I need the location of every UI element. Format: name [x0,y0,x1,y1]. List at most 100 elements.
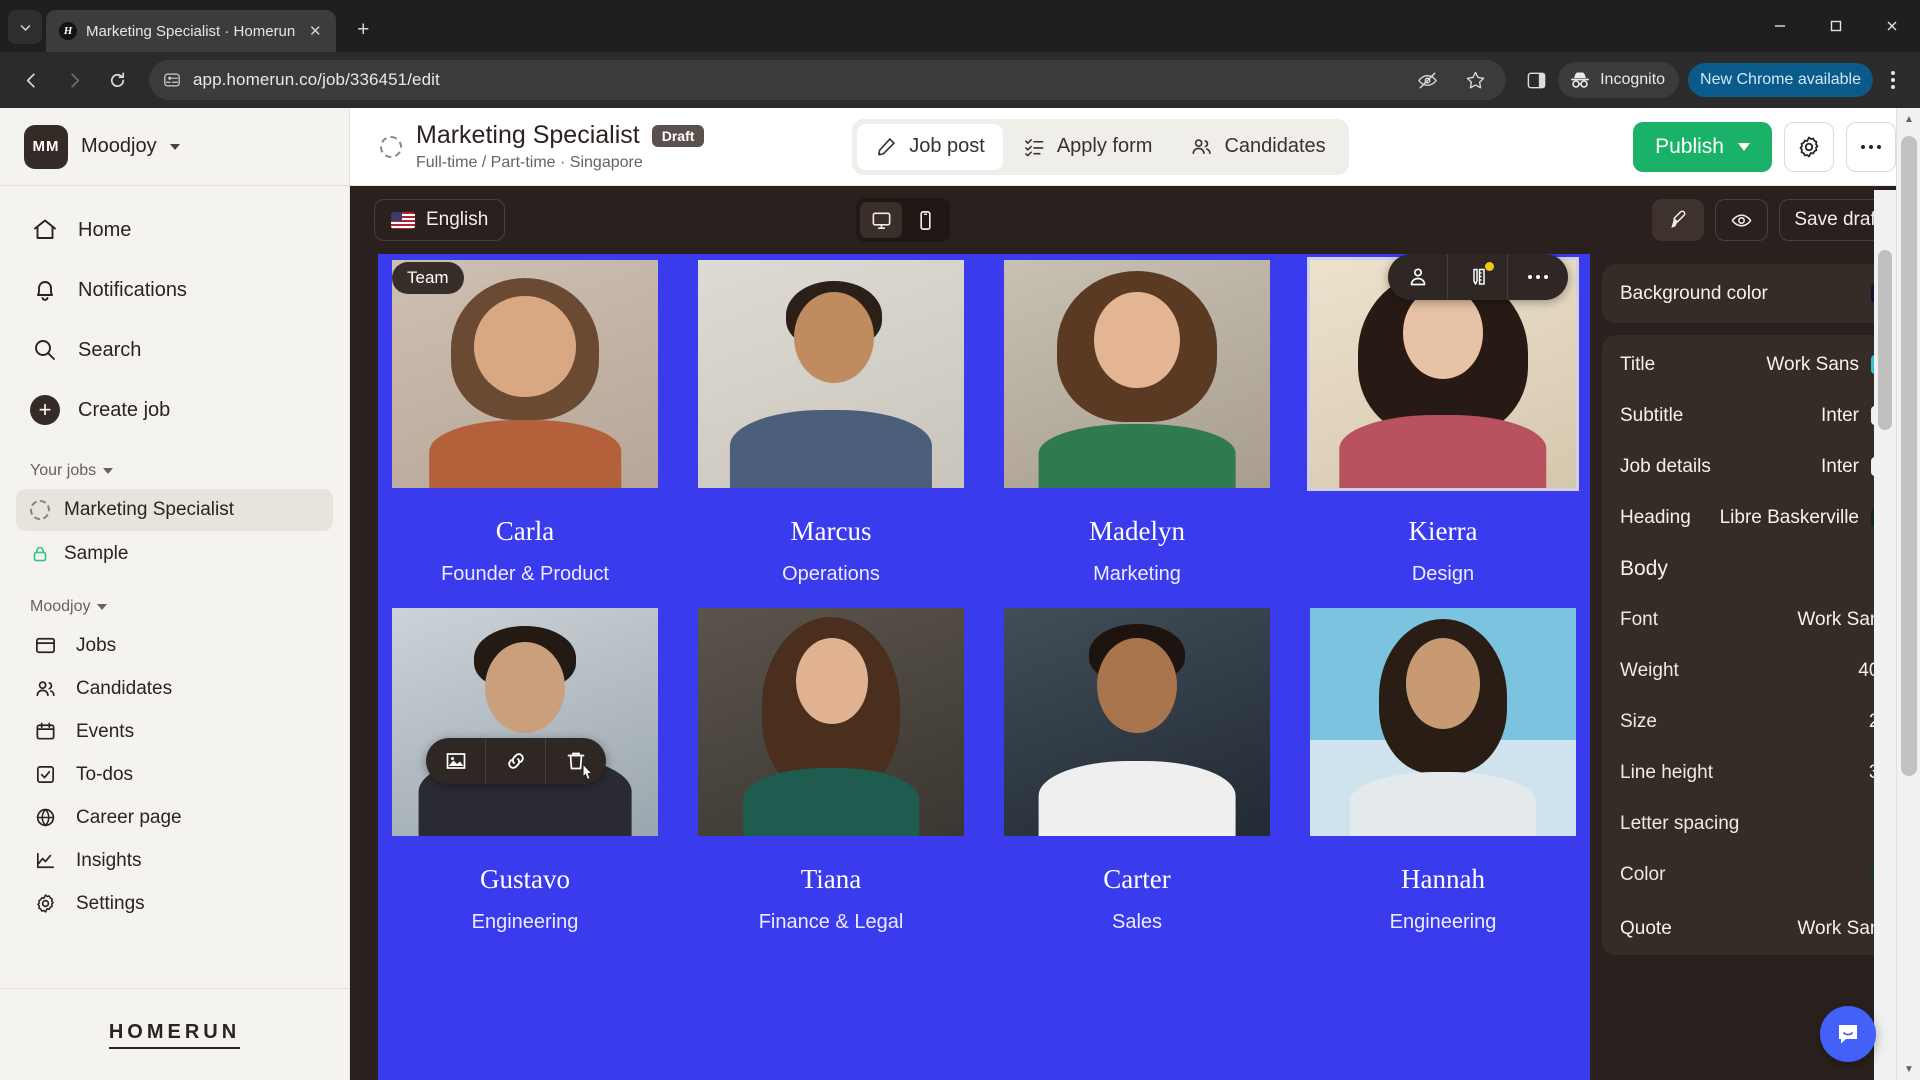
type-row-heading[interactable]: Heading Libre Baskerville [1602,492,1908,543]
incognito-indicator[interactable]: Incognito [1558,62,1680,98]
row-label: Line height [1620,761,1713,783]
type-row-subtitle[interactable]: Subtitle Inter [1602,390,1908,441]
back-icon[interactable] [12,61,50,99]
body-row-color[interactable]: Color [1602,849,1908,900]
desktop-icon[interactable] [860,202,903,238]
member-photo[interactable] [392,260,658,488]
trash-icon[interactable] [546,738,606,784]
body-row-font[interactable]: Font Work Sans [1602,594,1908,645]
scroll-down-icon[interactable]: ▼ [1897,1058,1920,1080]
sidebar-item-todos[interactable]: To-dos [16,753,333,796]
more-horizontal-icon[interactable] [1508,254,1568,300]
checklist-icon [1024,139,1044,157]
sidebar-item-candidates[interactable]: Candidates [16,667,333,710]
sidebar-item-create-job[interactable]: + Create job [16,380,333,440]
member-photo[interactable] [698,260,964,488]
address-bar[interactable]: app.homerun.co/job/336451/edit [149,60,1507,100]
sidebar-item-marketing-specialist[interactable]: Marketing Specialist [16,489,333,531]
block-toolbar [1388,254,1568,300]
row-label: Body [1620,556,1668,580]
sidebar-item-home[interactable]: Home [16,200,333,260]
tracking-protection-icon[interactable] [1410,63,1444,97]
team-member[interactable]: Carter Sales [1004,608,1270,934]
mobile-icon[interactable] [904,202,946,238]
device-preview-toggle [856,198,951,242]
bookmark-star-icon[interactable] [1458,63,1492,97]
inner-scrollbar-thumb[interactable] [1878,250,1892,430]
job-more-button[interactable] [1845,121,1896,172]
style-button[interactable] [1652,199,1705,241]
workspace-group[interactable]: Moodjoy [0,576,349,624]
type-row-title[interactable]: Title Work Sans [1602,339,1908,390]
style-edit-icon[interactable] [1448,254,1508,300]
sidebar-item-label: Home [78,218,132,241]
job-settings-button[interactable] [1783,121,1834,172]
team-member[interactable]: Madelyn Marketing [1004,260,1270,586]
scroll-up-icon[interactable]: ▲ [1897,108,1920,130]
org-name: Moodjoy [81,135,157,157]
browser-scrollbar[interactable]: ▲ ▼ [1896,108,1920,1080]
sidebar-item-insights[interactable]: Insights [16,839,333,882]
body-row-size[interactable]: Size 20 [1602,696,1908,747]
chrome-update-button[interactable]: New Chrome available [1688,63,1873,97]
person-frame-icon[interactable] [1388,254,1448,300]
member-photo[interactable] [392,608,658,836]
org-switcher[interactable]: MM Moodjoy [0,108,349,186]
tab-candidates[interactable]: Candidates [1172,124,1343,170]
row-value: Work Sans [1766,353,1859,375]
team-member-selected[interactable]: Kierra Design [1307,257,1579,586]
team-member[interactable]: Hannah Engineering [1310,608,1576,934]
body-row-weight[interactable]: Weight 400 [1602,645,1908,696]
forward-icon[interactable] [55,61,93,99]
publish-button[interactable]: Publish [1633,121,1772,172]
type-row-quote[interactable]: Quote Work Sans [1602,900,1908,951]
background-color-row[interactable]: Background color [1602,268,1908,319]
tab-search-button[interactable] [8,10,42,44]
tab-job-post[interactable]: Job post [857,123,1003,170]
team-member[interactable]: Carla Founder & Product [392,260,658,586]
body-row-line-height[interactable]: Line height 34 [1602,747,1908,798]
site-settings-icon[interactable] [163,71,181,89]
member-photo[interactable] [1004,608,1270,836]
team-member[interactable]: Tiana Finance & Legal [698,608,964,934]
browser-menu-icon[interactable] [1878,62,1908,98]
row-value: Libre Baskerville [1719,506,1859,528]
new-tab-button[interactable]: + [348,15,378,45]
minimize-icon[interactable] [1752,0,1808,52]
team-member[interactable]: Marcus Operations [698,260,964,586]
inner-scrollbar[interactable] [1874,190,1896,1080]
sidebar-item-career-page[interactable]: Career page [16,796,333,839]
preview-button[interactable] [1715,199,1769,241]
link-icon[interactable] [486,738,546,784]
member-photo[interactable] [698,608,964,836]
image-icon[interactable] [426,738,486,784]
maximize-icon[interactable] [1808,0,1864,52]
body-row-letter-spacing[interactable]: Letter spacing 0 [1602,798,1908,849]
your-jobs-group[interactable]: Your jobs [0,440,349,488]
member-photo[interactable] [1004,260,1270,488]
reload-icon[interactable] [98,61,136,99]
globe-icon [30,803,60,833]
member-name: Carla [495,516,555,546]
close-icon[interactable]: ✕ [304,20,326,42]
browser-tab[interactable]: H Marketing Specialist · Homerun ✕ [46,10,337,52]
sidebar-item-jobs[interactable]: Jobs [16,624,333,667]
member-photo[interactable] [1310,608,1576,836]
background-color-card: Background color [1602,264,1908,323]
sidebar-item-events[interactable]: Events [16,710,333,753]
language-selector[interactable]: English [374,199,506,241]
sidebar-item-settings[interactable]: Settings [16,882,333,925]
type-row-job-details[interactable]: Job details Inter [1602,441,1908,492]
row-value: Inter [1820,455,1859,477]
member-role: Founder & Product [441,563,609,585]
sidebar-item-sample[interactable]: Sample [16,533,333,575]
close-window-icon[interactable] [1864,0,1920,52]
sidebar-item-notifications[interactable]: Notifications [16,260,333,320]
chat-bubble-icon[interactable] [1820,1006,1876,1062]
sidebar-item-search[interactable]: Search [16,320,333,380]
dashed-circle-icon [380,135,402,158]
job-post-canvas[interactable]: Team Carla Founder & Product Marcus Oper… [378,254,1590,1080]
tab-apply-form[interactable]: Apply form [1005,124,1171,170]
side-panel-icon[interactable] [1519,63,1553,97]
browser-scrollbar-thumb[interactable] [1901,136,1917,776]
